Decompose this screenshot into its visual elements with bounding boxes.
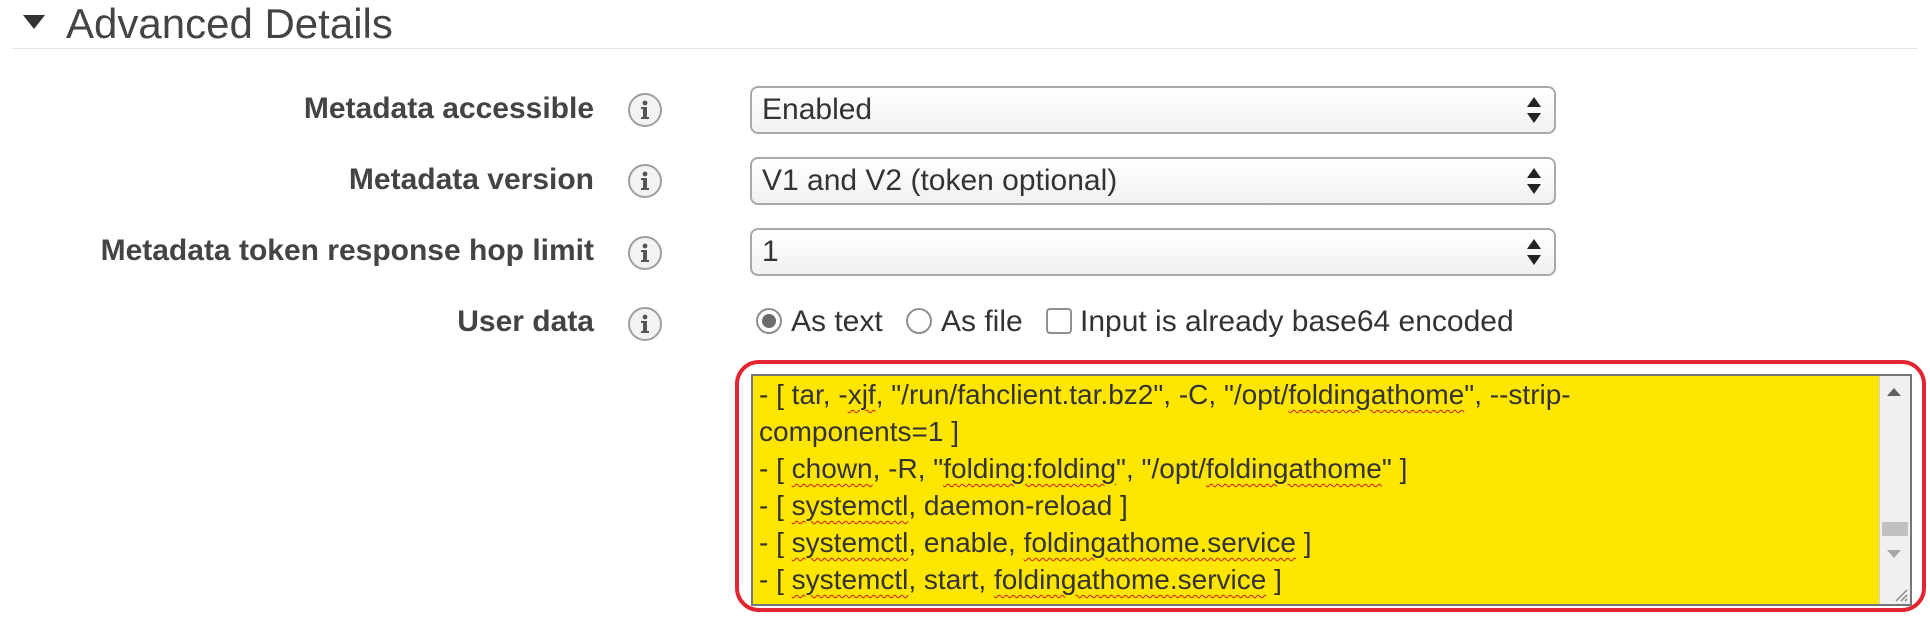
scroll-thumb[interactable] <box>1882 522 1908 536</box>
as-text-label[interactable]: As text <box>791 302 883 342</box>
user-data-label: User data <box>457 305 594 338</box>
select-arrows-icon <box>1527 239 1541 265</box>
hop-limit-value: 1 <box>762 235 779 268</box>
metadata-accessible-value: Enabled <box>762 93 873 126</box>
section-title: Advanced Details <box>66 0 393 47</box>
as-file-radio[interactable] <box>906 308 932 334</box>
select-arrows-icon <box>1527 97 1541 123</box>
scroll-up-arrow-icon[interactable] <box>1887 388 1901 396</box>
metadata-version-value: V1 and V2 (token optional) <box>762 164 1118 197</box>
hop-limit-select[interactable]: 1 <box>750 228 1556 276</box>
as-file-label[interactable]: As file <box>941 302 1023 342</box>
user-data-textarea[interactable]: - [ tar, -xjf, "/run/fahclient.tar.bz2",… <box>751 374 1912 606</box>
textarea-line: - [ systemctl, daemon-reload ] <box>759 490 1128 521</box>
textarea-line: - [ tar, -xjf, "/run/fahclient.tar.bz2",… <box>759 379 1571 410</box>
textarea-line: - [ chown, -R, "folding:folding", "/opt/… <box>759 453 1408 484</box>
textarea-line: - [ systemctl, start, foldingathome.serv… <box>759 564 1282 595</box>
textarea-scrollbar[interactable] <box>1879 376 1910 604</box>
info-icon[interactable] <box>628 307 662 341</box>
as-text-radio[interactable] <box>756 308 782 334</box>
info-icon[interactable] <box>628 93 662 127</box>
metadata-accessible-select[interactable]: Enabled <box>750 86 1556 134</box>
textarea-line: - [ systemctl, enable, foldingathome.ser… <box>759 527 1312 558</box>
resize-grip-icon[interactable] <box>1892 586 1908 602</box>
info-icon[interactable] <box>628 236 662 270</box>
metadata-accessible-label: Metadata accessible <box>303 92 594 125</box>
base64-label[interactable]: Input is already base64 encoded <box>1080 302 1514 342</box>
base64-checkbox[interactable] <box>1046 308 1072 334</box>
info-icon[interactable] <box>628 164 662 198</box>
metadata-version-label: Metadata version <box>348 163 594 196</box>
scroll-down-arrow-icon[interactable] <box>1887 550 1901 558</box>
caret-down-icon[interactable] <box>23 15 45 29</box>
user-data-content: - [ tar, -xjf, "/run/fahclient.tar.bz2",… <box>759 376 1571 598</box>
textarea-line: components=1 ] <box>759 416 960 447</box>
hop-limit-label: Metadata token response hop limit <box>100 234 594 267</box>
select-arrows-icon <box>1527 168 1541 194</box>
section-header[interactable]: Advanced Details <box>12 0 1918 49</box>
metadata-version-select[interactable]: V1 and V2 (token optional) <box>750 157 1556 205</box>
